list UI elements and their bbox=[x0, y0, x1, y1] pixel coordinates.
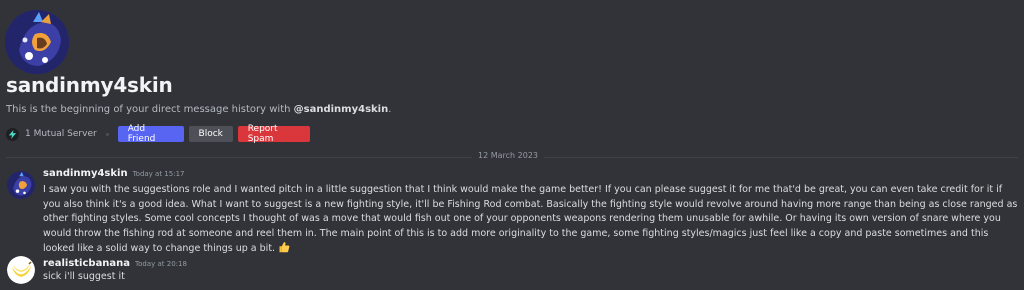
dm-intro-subtitle: This is the beginning of your direct mes… bbox=[6, 104, 391, 115]
author-name[interactable]: sandinmy4skin bbox=[43, 168, 128, 179]
subtitle-handle: @sandinmy4skin bbox=[293, 104, 389, 115]
lightning-icon bbox=[8, 129, 17, 139]
separator-dot bbox=[105, 132, 109, 136]
mutual-servers-label: 1 Mutual Server bbox=[25, 129, 97, 139]
thumbs-up-icon bbox=[279, 242, 290, 253]
message-timestamp: Today at 20:18 bbox=[135, 260, 187, 268]
message-author[interactable]: realisticbanana Today at 20:18 bbox=[43, 258, 187, 269]
dm-username-title: sandinmy4skin bbox=[6, 73, 173, 97]
dm-actions-row: 1 Mutual Server Add Friend Block Report … bbox=[6, 124, 315, 144]
message-author[interactable]: sandinmy4skin Today at 15:17 bbox=[43, 168, 184, 179]
message-avatar[interactable] bbox=[7, 256, 35, 284]
message-text: sick i'll suggest it bbox=[43, 271, 125, 282]
message-timestamp: Today at 15:17 bbox=[132, 170, 185, 178]
date-divider-label: 12 March 2023 bbox=[472, 151, 545, 160]
author-name[interactable]: realisticbanana bbox=[43, 258, 130, 269]
message-text: I saw you with the suggestions role and … bbox=[43, 184, 1018, 254]
add-friend-button[interactable]: Add Friend bbox=[117, 124, 184, 144]
avatar-image-icon bbox=[5, 10, 69, 74]
message-body: sick i'll suggest it bbox=[43, 270, 643, 285]
report-spam-button[interactable]: Report Spam bbox=[237, 124, 310, 144]
message-body: I saw you with the suggestions role and … bbox=[43, 183, 1018, 257]
mutual-servers[interactable]: 1 Mutual Server bbox=[6, 127, 97, 141]
dm-channel: sandinmy4skin This is the beginning of y… bbox=[0, 0, 1024, 290]
banana-avatar-icon bbox=[7, 256, 35, 284]
profile-avatar[interactable] bbox=[5, 10, 69, 74]
avatar-image-icon bbox=[7, 171, 35, 199]
block-button[interactable]: Block bbox=[188, 126, 233, 142]
message-avatar[interactable] bbox=[7, 171, 35, 199]
subtitle-suffix: . bbox=[388, 104, 392, 115]
server-icon bbox=[6, 127, 19, 141]
subtitle-prefix: This is the beginning of your direct mes… bbox=[6, 104, 294, 115]
